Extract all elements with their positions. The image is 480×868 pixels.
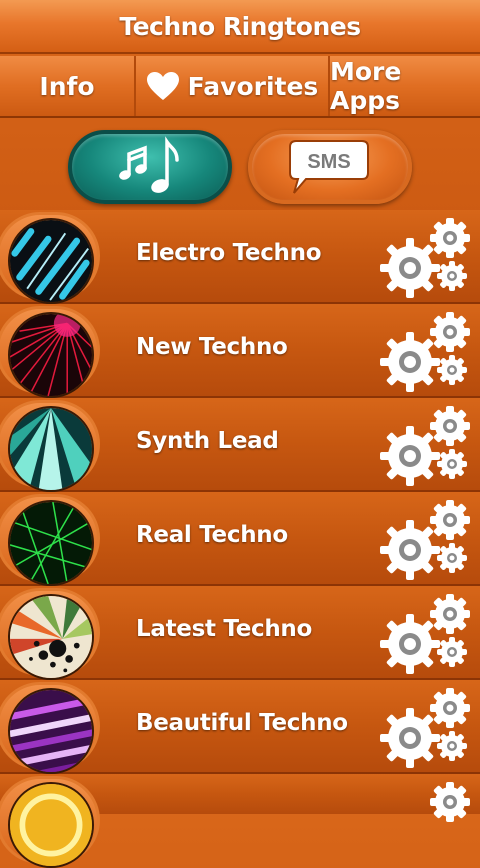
list-item[interactable]: Electro Techno (0, 210, 480, 304)
gears-icon (380, 500, 470, 580)
gears-icon (380, 218, 470, 298)
grid-thumbnail (8, 500, 94, 586)
info-button[interactable]: Info (0, 56, 136, 116)
list-item-label: Synth Lead (136, 428, 279, 454)
sms-bubble-icon: SMS (289, 140, 369, 194)
list-item[interactable]: Beautiful Techno (0, 680, 480, 774)
info-label: Info (39, 71, 95, 101)
favorites-button[interactable]: Favorites (136, 56, 330, 116)
more-apps-button[interactable]: More Apps (330, 56, 480, 116)
list-item-label: Real Techno (136, 522, 288, 548)
partial-thumbnail (8, 782, 94, 868)
music-notes-icon (119, 136, 179, 193)
laser-thumbnail (8, 312, 94, 398)
sms-label: SMS (307, 151, 350, 173)
app-title: Techno Ringtones (119, 11, 361, 41)
favorites-label: Favorites (187, 71, 319, 101)
list-item[interactable]: Real Techno (0, 492, 480, 586)
heart-icon (146, 72, 179, 100)
title-bar: Techno Ringtones (0, 0, 480, 54)
gears-icon (380, 406, 470, 486)
mode-toggle: SMS (0, 120, 480, 212)
list-item[interactable]: New Techno (0, 304, 480, 398)
list-item[interactable] (0, 774, 480, 868)
ringtones-mode-button[interactable] (68, 130, 232, 204)
list-item-label: Electro Techno (136, 240, 322, 266)
top-nav: Info Favorites More Apps (0, 56, 480, 118)
list-item[interactable]: Synth Lead (0, 398, 480, 492)
stripes-thumbnail (8, 688, 94, 774)
more-apps-label: More Apps (330, 57, 402, 115)
electro-thumbnail (8, 218, 94, 304)
sms-mode-button[interactable]: SMS (248, 130, 412, 204)
list-item-label: Latest Techno (136, 616, 312, 642)
list-item[interactable]: Latest Techno (0, 586, 480, 680)
list-item-label: Beautiful Techno (136, 710, 348, 736)
list-item-label: New Techno (136, 334, 288, 360)
gears-icon (380, 688, 470, 768)
burst-thumbnail (8, 594, 94, 680)
gears-icon (380, 312, 470, 392)
category-list: Electro Techno New Techno Synth Lead Rea… (0, 210, 480, 868)
gears-icon (430, 782, 470, 822)
gears-icon (380, 594, 470, 674)
beams-thumbnail (8, 406, 94, 492)
